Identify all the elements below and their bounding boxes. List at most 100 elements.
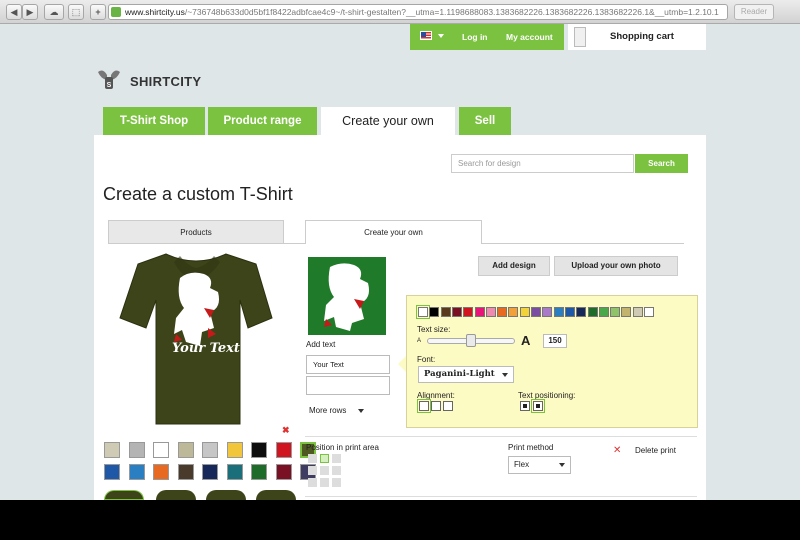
share-icon[interactable]: ⬚ (68, 4, 84, 20)
text-color-swatch[interactable] (621, 307, 632, 317)
product-thumbnail[interactable] (104, 490, 144, 500)
text-positioning-label: Text positioning: (518, 391, 576, 400)
shopping-cart-link[interactable]: Shopping cart (568, 24, 706, 50)
print-position-cell[interactable] (308, 478, 317, 487)
print-position-cell[interactable] (332, 454, 341, 463)
subtab-products[interactable]: Products (108, 220, 284, 244)
text-size-value[interactable]: 150 (543, 334, 567, 348)
text-size-slider-handle[interactable] (466, 334, 476, 347)
text-color-swatch[interactable] (576, 307, 587, 317)
alignment-label: Alignment: (417, 391, 455, 400)
shirt-color-swatch[interactable] (251, 442, 267, 458)
text-color-swatch[interactable] (508, 307, 519, 317)
shirt-color-swatch[interactable] (275, 442, 292, 458)
text-color-swatch[interactable] (632, 307, 643, 317)
design-thumbnail[interactable] (308, 257, 386, 335)
print-position-cell[interactable] (320, 466, 329, 475)
reader-button[interactable]: Reader (734, 4, 774, 20)
text-color-swatch[interactable] (531, 307, 541, 317)
chevron-down-icon[interactable] (438, 34, 444, 38)
text-color-swatch[interactable] (440, 307, 451, 317)
shirt-color-swatch[interactable] (226, 442, 243, 458)
us-flag-icon[interactable] (420, 31, 432, 40)
print-position-cell[interactable] (332, 478, 341, 487)
more-rows-dropdown[interactable]: More rows (309, 406, 365, 415)
align-left-icon[interactable] (417, 399, 431, 413)
shirt-color-swatch[interactable] (104, 442, 120, 458)
delete-print-link[interactable]: Delete print (635, 446, 676, 455)
text-color-swatch[interactable] (598, 307, 609, 317)
print-position-cell[interactable] (308, 466, 317, 475)
print-method-select[interactable]: Flex (508, 456, 571, 474)
text-color-swatch[interactable] (416, 305, 430, 319)
text-color-swatch[interactable] (610, 307, 621, 317)
upload-photo-button[interactable]: Upload your own photo (554, 256, 678, 276)
close-icon[interactable]: ✕ (613, 445, 621, 456)
align-center-icon[interactable] (431, 401, 441, 411)
text-color-swatch[interactable] (519, 307, 530, 317)
login-link[interactable]: Log in (462, 32, 488, 42)
shirt-color-swatch[interactable] (177, 442, 194, 458)
text-color-swatch[interactable] (451, 307, 462, 317)
size-small-icon: A (417, 338, 422, 344)
search-button[interactable]: Search (635, 154, 688, 173)
tab-sell[interactable]: Sell (459, 107, 511, 135)
position-front-icon[interactable] (520, 401, 530, 411)
tab-create-your-own[interactable]: Create your own (321, 107, 455, 135)
section-divider (305, 496, 697, 497)
logo-text[interactable]: SHIRTCITY (130, 74, 201, 89)
tshirt-preview[interactable] (118, 248, 274, 428)
shirt-color-swatch[interactable] (177, 464, 194, 480)
print-position-cell[interactable] (332, 466, 341, 475)
align-right-icon[interactable] (443, 401, 453, 411)
subtab-create-your-own[interactable]: Create your own (305, 220, 482, 244)
my-account-link[interactable]: My account (506, 32, 553, 42)
shirt-color-swatch[interactable] (202, 442, 218, 458)
search-input[interactable]: Search for design (451, 154, 634, 173)
forward-icon[interactable]: ▶ (22, 4, 38, 20)
cloud-icon[interactable]: ☁ (44, 4, 64, 20)
print-position-cell[interactable] (320, 478, 329, 487)
font-select[interactable]: Paganini-Light (418, 366, 514, 383)
new-tab-icon[interactable]: + (90, 4, 106, 20)
text-color-swatch[interactable] (542, 307, 553, 317)
print-position-cell[interactable] (320, 454, 329, 463)
text-color-swatch[interactable] (429, 307, 440, 317)
delete-icon[interactable]: ✖ (282, 425, 290, 436)
winged-logo-icon[interactable]: S (96, 66, 122, 92)
text-color-swatch[interactable] (474, 307, 485, 317)
text-color-swatch[interactable] (644, 307, 654, 317)
text-color-swatch[interactable] (485, 307, 496, 317)
print-position-cell[interactable] (308, 454, 317, 463)
text-color-swatch[interactable] (463, 307, 474, 317)
shirt-color-swatch[interactable] (251, 464, 267, 480)
shirt-color-swatch[interactable] (153, 464, 169, 480)
text-color-swatch[interactable] (587, 307, 598, 317)
options-pointer (398, 356, 406, 372)
shirt-color-swatch[interactable] (128, 464, 145, 480)
shirt-color-swatch[interactable] (275, 464, 292, 480)
subtab-divider (108, 243, 305, 244)
tab-product-range[interactable]: Product range (208, 107, 317, 135)
subtab-divider (482, 243, 684, 244)
tab-tshirt-shop[interactable]: T-Shirt Shop (103, 107, 205, 135)
url-field[interactable]: www.shirtcity.us/~736748b633d0d5bf1f8422… (108, 4, 728, 20)
shirt-color-swatch[interactable] (153, 442, 169, 458)
add-design-button[interactable]: Add design (478, 256, 550, 276)
position-back-icon[interactable] (531, 399, 545, 413)
back-icon[interactable]: ◀ (6, 4, 22, 20)
product-thumbnail[interactable] (256, 490, 296, 500)
product-thumbnail[interactable] (156, 490, 196, 500)
text-line-1-input[interactable]: Your Text (306, 355, 390, 374)
text-color-swatch[interactable] (497, 307, 508, 317)
shirt-color-swatch[interactable] (128, 442, 145, 458)
product-thumbnail[interactable] (206, 490, 246, 500)
shirt-color-swatch[interactable] (202, 464, 218, 480)
text-color-swatch[interactable] (564, 307, 575, 317)
print-position-label: Position in print area (306, 443, 379, 452)
text-color-swatch[interactable] (553, 307, 564, 317)
shirt-color-swatch[interactable] (226, 464, 243, 480)
account-bar: Log in My account (410, 24, 564, 50)
shirt-color-swatch[interactable] (104, 464, 120, 480)
text-line-2-input[interactable] (306, 376, 390, 395)
